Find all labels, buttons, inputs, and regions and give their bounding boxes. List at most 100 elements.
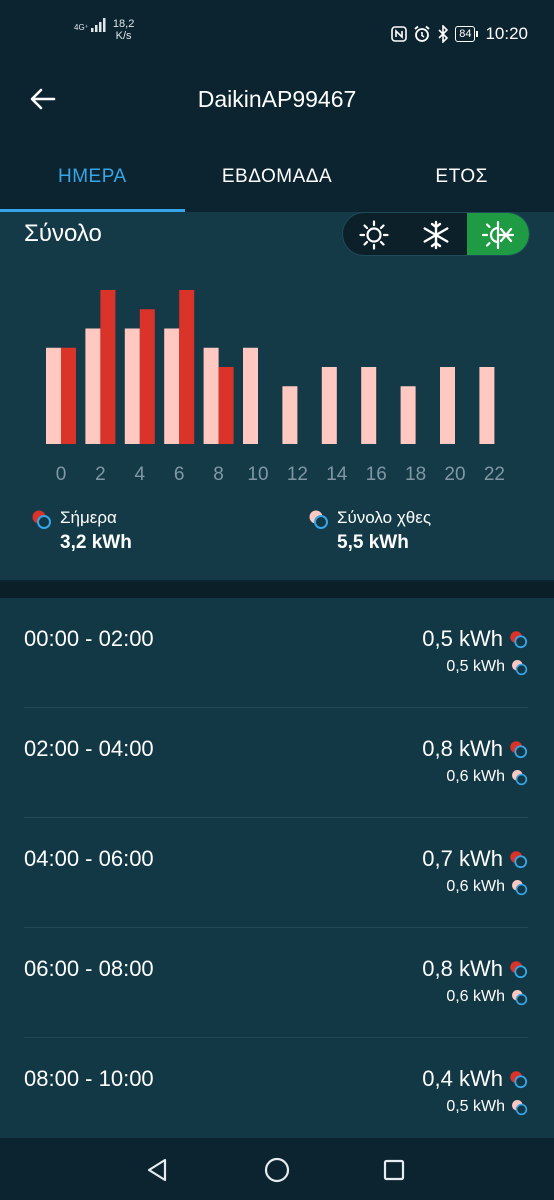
status-time: 10:20	[485, 24, 528, 43]
snowflake-icon	[423, 220, 449, 250]
bar-yesterday	[400, 386, 416, 444]
row-today-value: 0,5 kWh	[422, 626, 503, 651]
bar-today	[100, 290, 116, 444]
signal-icon	[90, 18, 106, 32]
heating-mode-button[interactable]	[343, 213, 405, 255]
yesterday-icon	[512, 660, 528, 676]
bar-yesterday	[164, 328, 180, 444]
x-tick-label: 14	[326, 464, 348, 485]
today-icon	[510, 961, 528, 979]
row-today-value: 0,8 kWh	[422, 736, 503, 761]
period-tabs: ΗΜΕΡΑ ΕΒΔΟΜΑΔΑ ΕΤΟΣ	[0, 150, 554, 212]
page-title: DaikinAP99467	[197, 86, 357, 112]
yesterday-icon	[512, 880, 528, 896]
x-tick-label: 22	[484, 464, 505, 485]
today-icon	[510, 851, 528, 869]
tab-year[interactable]: ΕΤΟΣ	[369, 150, 554, 212]
legend-yesterday: Σύνολο χθες 5,5 kWh	[307, 508, 431, 554]
x-tick-label: 0	[56, 464, 67, 485]
x-tick-label: 2	[95, 464, 106, 485]
battery-icon: 84	[455, 26, 479, 42]
today-legend-icon	[32, 510, 51, 529]
list-item[interactable]: 02:00 - 04:00 0,8 kWh 0,6 kWh	[0, 708, 554, 818]
today-icon	[510, 741, 528, 759]
list-item[interactable]: 00:00 - 02:00 0,5 kWh 0,5 kWh	[0, 598, 554, 708]
square-recents-icon	[383, 1159, 405, 1181]
bar-yesterday	[321, 367, 337, 444]
row-yesterday-value: 0,6 kWh	[446, 768, 505, 785]
consumption-chart-panel: Σύνολο 0 2 4 6 8 10 12 14 16 18 20 22 Σή…	[0, 212, 554, 580]
section-divider	[0, 582, 554, 598]
x-tick-label: 18	[405, 464, 426, 485]
bar-yesterday	[124, 328, 140, 444]
circle-home-icon	[264, 1157, 290, 1183]
status-bar: 4G⁺ 18,2 K/s 84 10:20	[0, 0, 554, 66]
alarm-icon	[414, 25, 430, 42]
nfc-icon	[391, 26, 408, 42]
x-tick-label: 12	[287, 464, 308, 485]
list-item[interactable]: 08:00 - 10:00 0,4 kWh 0,5 kWh	[0, 1038, 554, 1148]
row-time: 04:00 - 06:00	[24, 846, 154, 871]
bar-today	[218, 367, 234, 444]
x-tick-label: 6	[174, 464, 185, 485]
auto-mode-icon	[481, 220, 515, 250]
system-nav-bar	[0, 1138, 554, 1200]
yesterday-legend-icon	[309, 510, 328, 529]
legend-yesterday-value: 5,5 kWh	[337, 532, 409, 553]
legend-today-value: 3,2 kWh	[60, 532, 132, 553]
legend-yesterday-label: Σύνολο χθες	[337, 508, 432, 527]
bar-yesterday	[203, 347, 219, 444]
network-indicator: 4G⁺	[74, 18, 107, 32]
row-time: 06:00 - 08:00	[24, 956, 154, 981]
bar-yesterday	[46, 347, 61, 444]
today-icon	[510, 1071, 528, 1089]
x-tick-label: 20	[444, 464, 465, 485]
row-today-value: 0,4 kWh	[422, 1066, 503, 1091]
row-yesterday-value: 0,5 kWh	[446, 1098, 505, 1115]
yesterday-icon	[512, 1100, 528, 1116]
legend-today: Σήμερα 3,2 kWh	[30, 508, 132, 554]
cooling-mode-button[interactable]	[405, 213, 467, 255]
x-tick-label: 10	[247, 464, 268, 485]
summary-title: Σύνολο	[24, 220, 102, 247]
bluetooth-icon	[438, 25, 449, 43]
today-icon	[510, 631, 528, 649]
row-time: 08:00 - 10:00	[24, 1066, 154, 1091]
list-item[interactable]: 04:00 - 06:00 0,7 kWh 0,6 kWh	[0, 818, 554, 928]
bar-yesterday	[243, 347, 258, 444]
x-tick-label: 16	[366, 464, 387, 485]
speed-value: 18,2	[112, 18, 135, 30]
legend-today-label: Σήμερα	[60, 508, 117, 527]
row-today-value: 0,7 kWh	[422, 846, 503, 871]
auto-mode-button[interactable]	[467, 213, 529, 255]
yesterday-icon	[512, 990, 528, 1006]
bar-yesterday	[85, 328, 101, 444]
app-bar: DaikinAP99467	[0, 66, 554, 134]
triangle-back-icon	[147, 1158, 167, 1182]
mode-toggle	[342, 212, 530, 256]
x-tick-label: 4	[135, 464, 146, 485]
nav-home-button[interactable]	[260, 1153, 294, 1187]
bar-yesterday	[479, 367, 495, 444]
row-time: 02:00 - 04:00	[24, 736, 154, 761]
sun-icon	[359, 220, 389, 250]
bar-yesterday	[440, 367, 455, 444]
hourly-list: 00:00 - 02:00 0,5 kWh 0,5 kWh 02:00 - 04…	[0, 598, 554, 1138]
tab-day[interactable]: ΗΜΕΡΑ	[0, 150, 185, 212]
row-yesterday-value: 0,6 kWh	[446, 988, 505, 1005]
yesterday-icon	[512, 770, 528, 786]
tab-week[interactable]: ΕΒΔΟΜΑΔΑ	[185, 150, 370, 212]
status-right: 84 10:20	[391, 24, 528, 44]
bar-today	[179, 290, 195, 444]
nav-recents-button[interactable]	[377, 1153, 411, 1187]
status-left: 4G⁺ 18,2 K/s	[74, 18, 134, 42]
consumption-chart: 0 2 4 6 8 10 12 14 16 18 20 22	[46, 290, 505, 485]
row-yesterday-value: 0,6 kWh	[446, 878, 505, 895]
nav-back-button[interactable]	[140, 1153, 174, 1187]
row-time: 00:00 - 02:00	[24, 626, 154, 651]
row-yesterday-value: 0,5 kWh	[446, 658, 505, 675]
network-type: 4G⁺	[74, 23, 89, 32]
list-item[interactable]: 06:00 - 08:00 0,8 kWh 0,6 kWh	[0, 928, 554, 1038]
row-today-value: 0,8 kWh	[422, 956, 503, 981]
bar-today	[61, 347, 76, 444]
